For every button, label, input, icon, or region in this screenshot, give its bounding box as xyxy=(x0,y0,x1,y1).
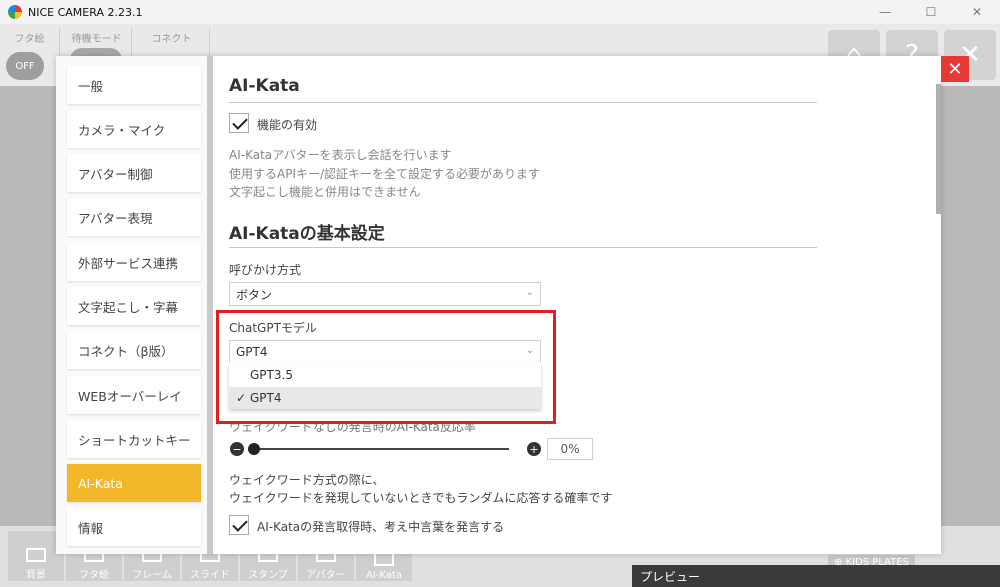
maximize-button[interactable]: ☐ xyxy=(908,0,954,24)
call-method-value: ボタン xyxy=(236,287,273,302)
settings-content: AI-Kata 機能の有効 AI-Kataアバターを表示し会話を行います 使用す… xyxy=(213,56,941,554)
wake-description-line: ウェイクワードを発現していないときでもランダムに応答する確率です xyxy=(229,491,613,505)
window-close-button[interactable]: ✕ xyxy=(954,0,1000,24)
futae-toggle[interactable]: OFF xyxy=(6,52,44,80)
sidebar-item-general[interactable]: 一般 xyxy=(67,66,201,104)
description-line: 使用するAPIキー/認証キーを全て設定する必要があります xyxy=(229,167,541,181)
slider-handle[interactable] xyxy=(248,443,260,455)
preview-bar[interactable]: プレビュー xyxy=(632,565,1000,587)
sidebar-item-camera-mic[interactable]: カメラ・マイク xyxy=(67,110,201,148)
wake-rate-slider[interactable] xyxy=(249,448,509,450)
enable-label: 機能の有効 xyxy=(257,118,318,132)
minimize-button[interactable]: — xyxy=(862,0,908,24)
description-line: 文字起こし機能と併用はできません xyxy=(229,185,421,199)
futae-label: フタ絵 xyxy=(14,34,45,45)
minus-icon[interactable]: − xyxy=(230,442,244,456)
enable-checkbox[interactable] xyxy=(229,113,249,133)
sidebar-item-connect[interactable]: コネクト（β版） xyxy=(67,331,201,369)
dialog-close-button[interactable]: ✕ xyxy=(941,56,969,82)
call-method-select[interactable]: ボタン ⌄ xyxy=(229,282,541,306)
sidebar-item-avatar-control[interactable]: アバター制御 xyxy=(67,154,201,192)
description-line: AI-Kataアバターを表示し会話を行います xyxy=(229,148,452,162)
sidebar-item-external-services[interactable]: 外部サービス連携 xyxy=(67,243,201,281)
sidebar-item-shortcut-keys[interactable]: ショートカットキー xyxy=(67,420,201,458)
highlight-annotation xyxy=(216,310,556,424)
connect-label: コネクト xyxy=(151,34,192,45)
settings-sidebar: 一般 カメラ・マイク アバター制御 アバター表現 外部サービス連携 文字起こし・… xyxy=(56,56,212,554)
futae-toggle-group: フタ絵 OFF xyxy=(0,28,60,84)
section-divider xyxy=(229,247,817,248)
section-title-aikata: AI-Kata xyxy=(229,76,300,96)
sidebar-item-transcription[interactable]: 文字起こし・字幕 xyxy=(67,287,201,325)
thinking-words-label: AI-Kataの発言取得時、考え中言葉を発言する xyxy=(257,520,505,534)
app-logo-icon xyxy=(8,5,22,19)
section-title-basic-settings: AI-Kataの基本設定 xyxy=(229,224,385,244)
section-divider xyxy=(229,102,817,103)
sidebar-item-aikata[interactable]: AI-Kata xyxy=(67,464,201,502)
window-title: NICE CAMERA 2.23.1 xyxy=(28,5,143,19)
background-icon xyxy=(26,548,46,562)
title-bar: NICE CAMERA 2.23.1 — ☐ ✕ xyxy=(0,0,1000,24)
thinking-words-checkbox[interactable] xyxy=(229,515,249,535)
sidebar-item-info[interactable]: 情報 xyxy=(67,508,201,546)
plus-icon[interactable]: + xyxy=(527,442,541,456)
sidebar-item-web-overlay[interactable]: WEBオーバーレイ xyxy=(67,376,201,414)
call-method-label: 呼びかけ方式 xyxy=(229,263,302,277)
settings-dialog: 一般 カメラ・マイク アバター制御 アバター表現 外部サービス連携 文字起こし・… xyxy=(56,56,941,554)
wake-rate-value[interactable]: 0% xyxy=(547,438,593,460)
standby-label: 待機モード xyxy=(71,34,122,45)
sidebar-item-avatar-expression[interactable]: アバター表現 xyxy=(67,198,201,236)
chevron-down-icon: ⌄ xyxy=(525,287,534,298)
content-scrollbar[interactable] xyxy=(936,84,941,214)
wake-description-line: ウェイクワード方式の際に、 xyxy=(229,473,385,487)
aikata-icon xyxy=(374,552,394,566)
